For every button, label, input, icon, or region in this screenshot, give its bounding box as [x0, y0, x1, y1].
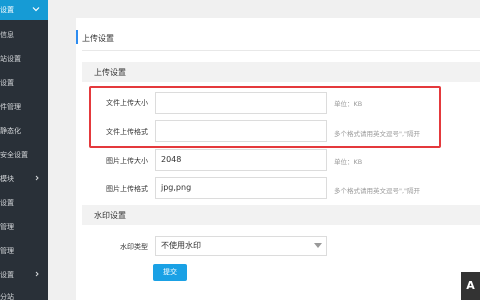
chevron-down-icon [314, 243, 322, 248]
corner-logo: A [461, 272, 480, 300]
image-size-hint: 单位：KB [334, 158, 363, 166]
sidebar-item-settings[interactable]: 设置 [0, 70, 48, 94]
sidebar-item-file-management[interactable]: 件管理 [0, 94, 48, 118]
sidebar-item-label: 设置 [0, 6, 14, 14]
sidebar-item-settings-2[interactable]: 设置 [0, 190, 48, 214]
sidebar-item-label: 分站 [0, 293, 14, 300]
sidebar-item-label: 模块 [0, 175, 14, 183]
image-format-input[interactable]: jpg,png [155, 177, 327, 199]
upload-section-header: 上传设置 [82, 62, 480, 82]
sidebar-item-label: 件管理 [0, 103, 21, 111]
section-title: 上传设置 [94, 68, 126, 77]
sidebar-item-label: 设置 [0, 199, 14, 207]
image-size-label: 图片上传大小 [106, 157, 148, 165]
sidebar-item-security[interactable]: 安全设置 [0, 142, 48, 166]
select-value: 不使用水印 [161, 241, 201, 250]
sidebar-item-label: 管理 [0, 223, 14, 231]
chevron-right-icon [35, 175, 39, 181]
watermark-type-select[interactable]: 不使用水印 [155, 236, 327, 256]
sidebar-item-label: 静态化 [0, 127, 21, 135]
section-title: 水印设置 [94, 211, 126, 220]
sidebar-item-static[interactable]: 静态化 [0, 118, 48, 142]
sidebar-item-info[interactable]: 信息 [0, 22, 48, 46]
sidebar-item-label: 安全设置 [0, 151, 28, 159]
sidebar-item-management-2[interactable]: 管理 [0, 238, 48, 262]
sidebar-item-label: 设置 [0, 271, 14, 279]
sidebar-item-management[interactable]: 管理 [0, 214, 48, 238]
image-format-hint: 多个格式请用英文逗号","隔开 [334, 187, 421, 195]
image-size-input[interactable]: 2048 [155, 149, 327, 171]
image-format-label: 图片上传格式 [106, 185, 148, 193]
watermark-type-label: 水印类型 [120, 243, 148, 251]
sidebar-item-label: 站设置 [0, 55, 21, 63]
page-title: 上传设置 [82, 34, 114, 43]
sidebar-item-settings-active[interactable]: 设置 [0, 0, 48, 20]
highlight-box [89, 86, 441, 148]
sidebar-item-label: 信息 [0, 31, 14, 39]
sidebar-item-modules[interactable]: 模块 [0, 166, 48, 190]
sidebar-item-substation[interactable]: 分站 [0, 284, 48, 300]
sidebar-item-label: 设置 [0, 79, 14, 87]
title-accent-bar [76, 30, 78, 44]
sidebar-item-label: 管理 [0, 247, 14, 255]
sidebar: 设置 信息 站设置 设置 件管理 静态化 安全设置 模块 设置 管理 管理 设置… [0, 0, 48, 300]
submit-button[interactable]: 提交 [153, 264, 187, 281]
chevron-right-icon [35, 271, 39, 277]
sidebar-item-site-settings[interactable]: 站设置 [0, 46, 48, 70]
watermark-section-header: 水印设置 [82, 205, 480, 225]
divider [82, 50, 480, 51]
chevron-down-icon [32, 7, 40, 12]
sidebar-item-settings-3[interactable]: 设置 [0, 262, 48, 286]
